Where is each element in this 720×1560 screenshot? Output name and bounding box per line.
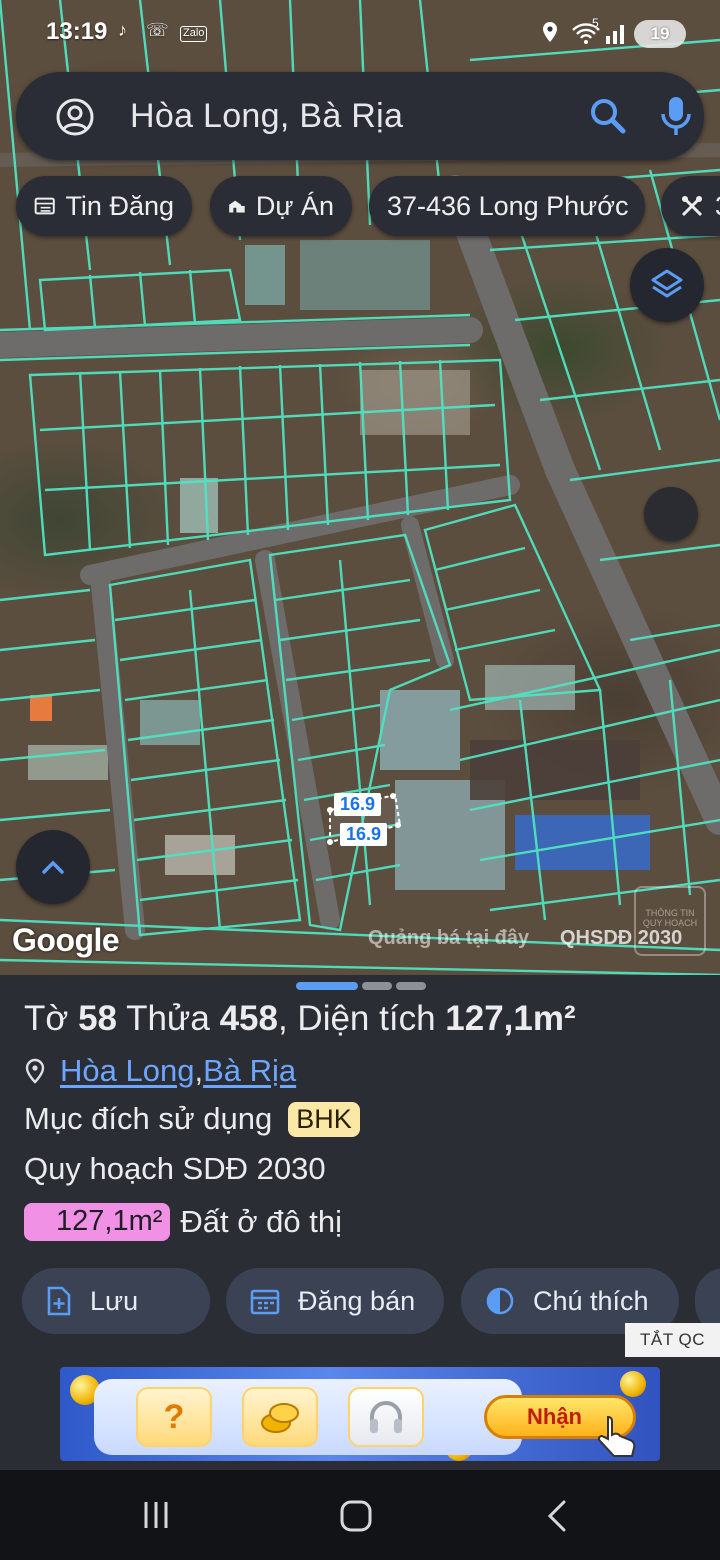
ad-off-button[interactable]: TẮT QC	[625, 1323, 720, 1357]
claim-label: Nhận	[527, 1404, 582, 1429]
battery-indicator: 19	[634, 20, 686, 48]
location-pin-icon	[25, 1058, 45, 1084]
headphones-icon	[370, 1401, 402, 1433]
map-view[interactable]: 13:19 ♪ ☏ Zalo 5 19 Hòa Long, Bà Rịa Tin…	[0, 0, 720, 975]
chip-tin-dang[interactable]: Tin Đăng	[16, 176, 192, 236]
add-document-icon	[47, 1286, 71, 1316]
tools-icon	[681, 195, 703, 217]
chip-label: Tin Đăng	[65, 190, 174, 221]
pager-dot	[296, 982, 358, 990]
ward-link[interactable]: Hòa Long	[60, 1053, 194, 1089]
microphone-icon[interactable]	[658, 94, 694, 138]
purpose-label: Mục đích sử dụng	[24, 1101, 273, 1136]
parcel-info-sheet[interactable]: Tờ 58 Thửa 458, Diện tích 127,1m² Hòa Lo…	[0, 975, 720, 1470]
sheet-number: 58	[78, 999, 117, 1038]
purpose-badge: BHK	[288, 1101, 360, 1137]
coins-icon	[261, 1403, 299, 1433]
tiktok-icon: ♪	[118, 20, 127, 40]
post-sale-label: Đăng bán	[298, 1285, 416, 1316]
save-button[interactable]: Lưu	[22, 1268, 210, 1334]
coins-tile	[242, 1387, 318, 1447]
list-icon	[34, 197, 55, 215]
chip-label: Dự Án	[255, 190, 334, 221]
expand-sheet-button[interactable]	[16, 830, 90, 904]
status-time: 13:19	[46, 18, 108, 45]
layers-button[interactable]	[630, 248, 704, 322]
ad-panel: ?	[94, 1379, 522, 1455]
ad-banner[interactable]: ? Nhận	[60, 1367, 660, 1461]
area-label: , Diện tích	[277, 999, 446, 1038]
city-link[interactable]: Bà Rịa	[203, 1053, 296, 1089]
headphones-tile	[348, 1387, 424, 1447]
back-icon[interactable]	[544, 1498, 570, 1534]
pager-dot	[396, 982, 426, 990]
watermark-logo: THÔNG TIN QUY HOẠCH	[634, 886, 706, 956]
location-separator: ,	[194, 1053, 204, 1088]
measure-label-bottom: 16.9	[340, 823, 388, 846]
parcel-number: 458	[219, 999, 278, 1038]
sheet-pager[interactable]	[296, 982, 426, 990]
land-use-purpose: Mục đích sử dụng BHK	[24, 1101, 360, 1137]
search-bar[interactable]: Hòa Long, Bà Rịa	[16, 72, 704, 160]
chevron-up-icon	[42, 860, 64, 874]
messenger-icon: ☏	[146, 20, 169, 40]
network-type: 5	[592, 16, 599, 30]
land-type-row: 127,1m² Đất ở đô thị	[24, 1203, 342, 1241]
calendar-icon	[250, 1289, 280, 1315]
chip-label: 37-436 Long Phước	[387, 190, 629, 221]
layers-icon	[651, 269, 683, 298]
location-status-icon	[543, 22, 557, 42]
zalo-icon: Zalo	[180, 26, 208, 42]
land-type-label: Đất ở đô thị	[180, 1204, 343, 1239]
pager-dot	[362, 982, 392, 990]
chip-label: 3	[715, 191, 720, 222]
question-tile: ?	[136, 1387, 212, 1447]
android-nav-bar	[0, 1470, 720, 1560]
parcel-title: Tờ 58 Thửa 458, Diện tích 127,1m²	[24, 999, 576, 1039]
promo-text[interactable]: Quảng bá tại đây	[368, 927, 529, 950]
planning-title: Quy hoạch SDĐ 2030	[24, 1151, 326, 1186]
signal-icon	[606, 25, 624, 44]
land-area-badge: 127,1m²	[24, 1203, 171, 1241]
recent-apps-icon[interactable]	[140, 1498, 172, 1532]
chip-zoning-code[interactable]: 37-436 Long Phước	[369, 176, 645, 236]
battery-level: 19	[650, 24, 670, 43]
save-label: Lưu	[90, 1285, 139, 1316]
buildings-icon	[229, 200, 245, 213]
search-query[interactable]: Hòa Long, Bà Rịa	[130, 97, 403, 136]
status-bar: 13:19 ♪ ☏ Zalo 5 19	[0, 0, 720, 68]
contrast-icon	[486, 1287, 514, 1315]
chip-du-an[interactable]: Dự Án	[210, 176, 352, 236]
sheet-label: Tờ	[24, 999, 79, 1038]
chip-tools[interactable]: 3	[661, 176, 720, 236]
area-value: 127,1m²	[445, 999, 576, 1038]
account-icon[interactable]	[56, 98, 94, 136]
coin-decoration	[620, 1371, 646, 1397]
pointer-hand-icon	[597, 1415, 636, 1457]
parcel-location: Hòa Long, Bà Rịa	[24, 1053, 296, 1089]
map-tool-button[interactable]	[644, 487, 698, 541]
post-sale-button[interactable]: Đăng bán	[226, 1268, 444, 1334]
measure-label-top: 16.9	[334, 793, 382, 816]
parcel-label: Thửa	[117, 999, 220, 1038]
home-icon[interactable]	[338, 1498, 374, 1534]
legend-label: Chú thích	[533, 1285, 649, 1316]
search-icon[interactable]	[588, 96, 628, 136]
google-logo: Google	[12, 922, 120, 958]
